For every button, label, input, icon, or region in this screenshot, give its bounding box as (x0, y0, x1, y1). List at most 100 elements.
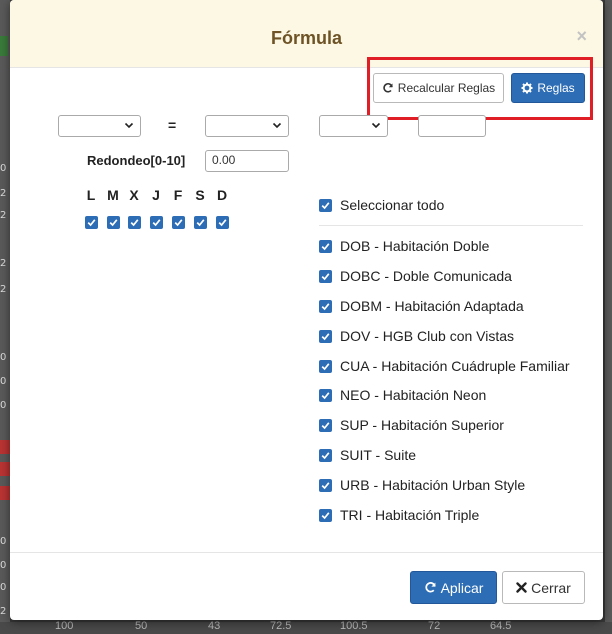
checkmark-icon (321, 302, 330, 310)
checkmark-icon (321, 332, 330, 340)
checkmark-icon (321, 201, 330, 209)
checkmark-icon (321, 391, 330, 399)
formula-operator: = (168, 117, 177, 133)
apply-button[interactable]: Aplicar (410, 571, 497, 604)
day-checkbox-j[interactable] (150, 216, 163, 229)
day-label-m: M (107, 187, 119, 203)
day-checkbox-f[interactable] (172, 216, 185, 229)
background-right-strip (605, 0, 612, 634)
background-number: 0 (0, 560, 7, 571)
room-item-dov[interactable]: DOV - HGB Club con Vistas (319, 327, 514, 345)
background-number: 0 (0, 163, 7, 174)
checkmark-icon (218, 219, 227, 227)
gear-icon (521, 82, 533, 94)
room-checkbox[interactable] (319, 239, 332, 253)
background-value: 72.5 (270, 620, 292, 632)
day-checkbox-x[interactable] (128, 216, 141, 229)
room-item-neo[interactable]: NEO - Habitación Neon (319, 386, 486, 404)
reglas-button[interactable]: Reglas (511, 73, 585, 103)
room-label: DOV - HGB Club con Vistas (340, 328, 515, 344)
checkmark-icon (321, 272, 330, 280)
background-number: 0 (0, 376, 7, 387)
background-number: 2 (0, 210, 7, 221)
chevron-down-icon (124, 122, 134, 129)
checkmark-icon (321, 511, 330, 519)
day-checkbox-d[interactable] (216, 216, 229, 229)
formula-select-2[interactable] (205, 115, 289, 137)
formula-value-input[interactable] (418, 115, 486, 137)
select-all-checkbox[interactable] (319, 198, 332, 212)
room-label: DOBC - Doble Comunicada (340, 268, 512, 284)
background-left-strip: 0 2 2 2 2 0 0 0 0 0 0 2 (0, 0, 10, 634)
room-checkbox[interactable] (319, 508, 332, 522)
room-checkbox[interactable] (319, 359, 332, 373)
day-label-j: J (152, 187, 160, 203)
background-value: 50 (135, 620, 148, 632)
day-checkbox-l[interactable] (85, 216, 98, 229)
room-item-suit[interactable]: SUIT - Suite (319, 446, 416, 464)
formula-select-1[interactable] (58, 115, 141, 137)
select-all-label: Seleccionar todo (340, 197, 445, 213)
redondeo-input[interactable]: 0.00 (205, 150, 289, 172)
refresh-icon (383, 83, 393, 93)
background-number: 2 (0, 258, 7, 269)
room-checkbox[interactable] (319, 478, 332, 492)
checkmark-icon (321, 451, 330, 459)
room-checkbox[interactable] (319, 269, 332, 283)
day-label-f: F (173, 187, 183, 203)
close-icon[interactable]: × (576, 26, 587, 47)
checkmark-icon (321, 481, 330, 489)
chevron-down-icon (272, 122, 282, 129)
cerrar-button[interactable]: Cerrar (502, 571, 585, 604)
room-label: SUIT - Suite (340, 447, 416, 463)
checkmark-icon (321, 242, 330, 250)
background-number: 0 (0, 536, 7, 547)
room-item-tri[interactable]: TRI - Habitación Triple (319, 506, 479, 524)
checkmark-icon (321, 421, 330, 429)
room-item-cua[interactable]: CUA - Habitación Cuádruple Familiar (319, 357, 570, 375)
select-all-row[interactable]: Seleccionar todo (319, 196, 444, 214)
recalcular-reglas-label: Recalcular Reglas (397, 81, 496, 95)
background-value: 64.5 (490, 620, 512, 632)
day-label-d: D (216, 187, 228, 203)
room-checkbox[interactable] (319, 448, 332, 462)
modal-title: Fórmula (270, 28, 342, 48)
room-checkbox[interactable] (319, 299, 332, 313)
redondeo-label: Redondeo[0-10] (87, 153, 186, 168)
checkmark-icon (152, 219, 161, 227)
room-item-sup[interactable]: SUP - Habitación Superior (319, 416, 504, 434)
reglas-label: Reglas (537, 81, 575, 95)
day-label-s: S (195, 187, 205, 203)
background-number: 0 (0, 582, 7, 593)
background-value: 43 (208, 620, 221, 632)
room-label: DOBM - Habitación Adaptada (340, 298, 524, 314)
day-label-x: X (129, 187, 139, 203)
recalcular-reglas-button[interactable]: Recalcular Reglas (373, 73, 504, 103)
cerrar-label: Cerrar (531, 579, 571, 596)
room-checkbox[interactable] (319, 418, 332, 432)
room-checkbox[interactable] (319, 329, 332, 343)
formula-modal: Fórmula × Recalcular Reglas Reglas = Red… (10, 0, 603, 620)
day-label-l: L (86, 187, 96, 203)
day-checkbox-s[interactable] (194, 216, 207, 229)
apply-label: Aplicar (440, 579, 484, 596)
room-label: CUA - Habitación Cuádruple Familiar (340, 358, 570, 374)
room-item-dobm[interactable]: DOBM - Habitación Adaptada (319, 297, 524, 315)
checkmark-icon (174, 219, 183, 227)
checkmark-icon (130, 219, 139, 227)
room-item-urb[interactable]: URB - Habitación Urban Style (319, 476, 525, 494)
background-number: 2 (0, 284, 7, 295)
formula-select-3[interactable] (319, 115, 388, 137)
room-label: URB - Habitación Urban Style (340, 477, 526, 493)
background-number: 0 (0, 352, 7, 363)
room-item-dobc[interactable]: DOBC - Doble Comunicada (319, 267, 512, 285)
checkmark-icon (109, 219, 118, 227)
day-checkbox-m[interactable] (107, 216, 120, 229)
background-number: 0 (0, 400, 7, 411)
room-list-divider (319, 225, 583, 226)
checkmark-icon (321, 362, 330, 370)
room-item-dob[interactable]: DOB - Habitación Doble (319, 237, 489, 255)
background-value: 100.5 (340, 620, 368, 632)
room-checkbox[interactable] (319, 388, 332, 402)
close-icon (516, 582, 527, 593)
